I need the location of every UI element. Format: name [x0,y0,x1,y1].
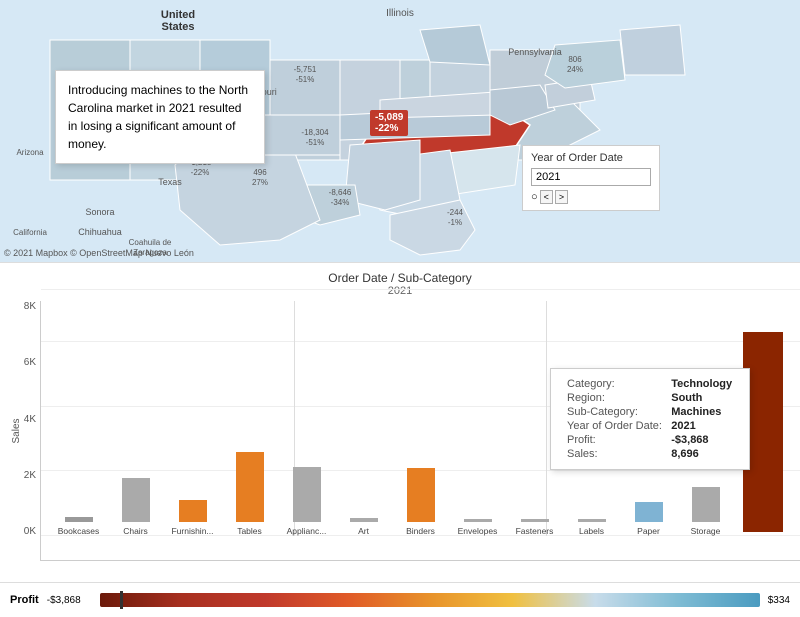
nc-value-label: -5,089 -22% [370,110,408,136]
svg-text:806: 806 [568,55,582,64]
tooltip-category-value: Technology [667,377,737,391]
tooltip-sales-value: 8,696 [667,447,737,461]
svg-text:Pennsylvania: Pennsylvania [508,47,562,57]
svg-text:-5,751: -5,751 [294,65,317,74]
bar-fasteners[interactable]: Fasteners [507,519,562,536]
bar-bookcases-rect [65,517,93,522]
map-tooltip-text: Introducing machines to the North Caroli… [68,83,248,151]
grid-line-8k [41,289,800,290]
svg-text:United: United [161,9,195,21]
year-filter-label: Year of Order Date [531,152,651,164]
map-section: Colorado Kansas Missouri Texas Pennsylva… [0,0,800,262]
svg-text:Illinois: Illinois [386,8,414,19]
chart-section: Order Date / Sub-Category 2021 Sales 8K … [0,262,800,582]
profit-max-value: $334 [768,595,790,606]
bar-bookcases[interactable]: Bookcases [51,517,106,536]
svg-text:496: 496 [253,168,267,177]
tooltip-subcategory-label: Sub-Category: [563,405,667,419]
svg-text:-244: -244 [447,208,464,217]
bar-paper-rect [635,502,663,522]
bar-appliances-rect [293,467,321,522]
bar-chairs[interactable]: Chairs [108,478,163,536]
year-filter-panel[interactable]: Year of Order Date ○ < > [522,145,660,211]
year-filter-radio[interactable]: ○ [531,191,538,203]
svg-text:California: California [13,228,47,237]
gradient-bar [100,593,760,607]
bar-paper[interactable]: Paper [621,502,676,536]
tooltip-region-value: South [667,391,737,405]
map-annotation-tooltip: Introducing machines to the North Caroli… [55,70,265,164]
svg-text:States: States [161,21,194,33]
y-axis-label: Sales [11,418,22,443]
bar-chairs-rect [122,478,150,522]
svg-text:27%: 27% [252,178,268,187]
chart-tooltip: Category: Technology Region: South Sub-C… [550,368,750,470]
map-attribution: © 2021 Mapbox © OpenStreetMap Nuevo León [4,248,194,258]
svg-text:-51%: -51% [306,138,325,147]
profit-min-value: -$3,868 [47,595,92,606]
tooltip-region-label: Region: [563,391,667,405]
tooltip-subcategory-value: Machines [667,405,737,419]
tooltip-category-label: Category: [563,377,667,391]
tooltip-profit-label: Profit: [563,433,667,447]
tooltip-year-value: 2021 [667,419,737,433]
chart-area: Bookcases Chairs Furnishin... Tables [40,301,800,561]
svg-text:-51%: -51% [296,75,315,84]
bar-tables-rect [236,452,264,522]
svg-text:Texas: Texas [158,177,182,187]
svg-text:-22%: -22% [191,168,210,177]
svg-text:Arizona: Arizona [16,148,44,157]
year-filter-input[interactable] [531,168,651,186]
bar-fasteners-rect [521,519,549,522]
bar-storage[interactable]: Storage [678,487,733,536]
profit-section: Profit -$3,868 $334 [0,582,800,617]
svg-text:-18,304: -18,304 [301,128,329,137]
year-filter-prev[interactable]: < [540,190,553,204]
bar-envelopes[interactable]: Envelopes [450,519,505,536]
bar-tables[interactable]: Tables [222,452,277,536]
svg-text:-8,646: -8,646 [329,188,352,197]
bar-furnishings[interactable]: Furnishin... [165,500,220,536]
tooltip-sales-label: Sales: [563,447,667,461]
bar-binders-rect [407,468,435,522]
svg-text:-34%: -34% [331,198,350,207]
svg-text:-1%: -1% [448,218,462,227]
bar-labels[interactable]: Labels [564,519,619,536]
tooltip-year-label: Year of Order Date: [563,419,667,433]
chart-title: Order Date / Sub-Category [0,271,800,285]
bar-art-rect [350,518,378,522]
bar-appliances[interactable]: Applianc... [279,467,334,536]
bar-furnishings-rect [179,500,207,522]
svg-text:Coahuila de: Coahuila de [129,238,172,247]
year-filter-next[interactable]: > [555,190,568,204]
svg-text:24%: 24% [567,65,583,74]
profit-label: Profit [10,594,39,606]
bar-labels-rect [578,519,606,522]
svg-text:Chihuahua: Chihuahua [78,227,122,237]
bar-envelopes-rect [464,519,492,522]
bar-binders[interactable]: Binders [393,468,448,536]
bar-storage-rect [692,487,720,522]
chart-subtitle: 2021 [0,285,800,297]
gradient-bar-wrapper [100,593,760,607]
svg-text:Sonora: Sonora [85,207,114,217]
tooltip-profit-value: -$3,868 [667,433,737,447]
gradient-indicator [120,591,123,609]
bar-art[interactable]: Art [336,518,391,536]
